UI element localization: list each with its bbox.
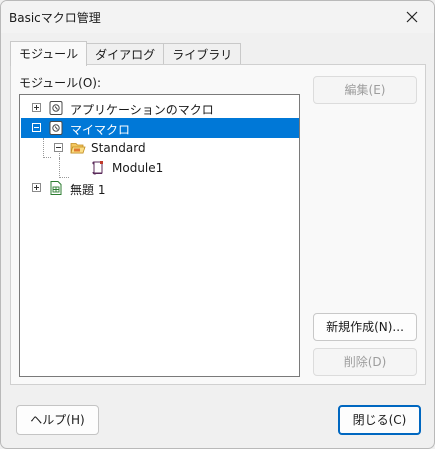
tree-item-label: アプリケーションのマクロ	[70, 103, 214, 117]
folder-open-icon	[70, 143, 86, 154]
tree-item-label: マイマクロ	[70, 123, 131, 137]
tab-libraries[interactable]: ライブラリ	[163, 43, 242, 65]
basic-macro-manager-dialog: Basicマクロ管理 モジュール ダイアログ ライブラリ モジュール(O): ア…	[0, 0, 435, 449]
module-tree[interactable]: アプリケーションのマクロ マイマクロ Standard Module1 無題 1	[19, 94, 300, 377]
tree-item-label: 無題 1	[70, 183, 106, 197]
close-icon	[406, 11, 418, 23]
tree-item-standard[interactable]: Standard	[21, 138, 299, 158]
window-title: Basicマクロ管理	[9, 11, 101, 25]
basic-module-icon	[92, 161, 103, 175]
delete-button[interactable]: 削除(D)	[313, 348, 417, 376]
collapse-icon[interactable]	[32, 123, 41, 132]
close-button[interactable]: 閉じる(C)	[338, 405, 421, 435]
tab-modules[interactable]: モジュール	[10, 41, 88, 66]
tree-item-label: Standard	[91, 141, 146, 155]
module-list-label: モジュール(O):	[19, 76, 102, 90]
tree-item-my-macros[interactable]: マイマクロ	[21, 118, 299, 138]
macro-library-icon	[49, 121, 63, 135]
tree-item-untitled-1[interactable]: 無題 1	[21, 178, 299, 198]
new-button[interactable]: 新規作成(N)...	[313, 313, 417, 341]
help-button[interactable]: ヘルプ(H)	[16, 405, 99, 435]
title-bar: Basicマクロ管理	[1, 1, 434, 33]
expand-icon[interactable]	[32, 103, 41, 112]
tab-strip: モジュール ダイアログ ライブラリ	[10, 41, 242, 66]
edit-button[interactable]: 編集(E)	[313, 76, 417, 104]
tree-item-application-macros[interactable]: アプリケーションのマクロ	[21, 98, 299, 118]
tab-dialogs[interactable]: ダイアログ	[86, 43, 165, 65]
tree-item-module1[interactable]: Module1	[21, 158, 299, 178]
expand-icon[interactable]	[32, 183, 41, 192]
close-window-button[interactable]	[400, 5, 424, 29]
modules-panel: モジュール(O): アプリケーションのマクロ マイマクロ Standard Mo…	[10, 64, 426, 385]
spreadsheet-document-icon	[50, 181, 62, 195]
tree-item-label: Module1	[112, 161, 164, 175]
macro-library-icon	[49, 101, 63, 115]
collapse-icon[interactable]	[54, 143, 63, 152]
